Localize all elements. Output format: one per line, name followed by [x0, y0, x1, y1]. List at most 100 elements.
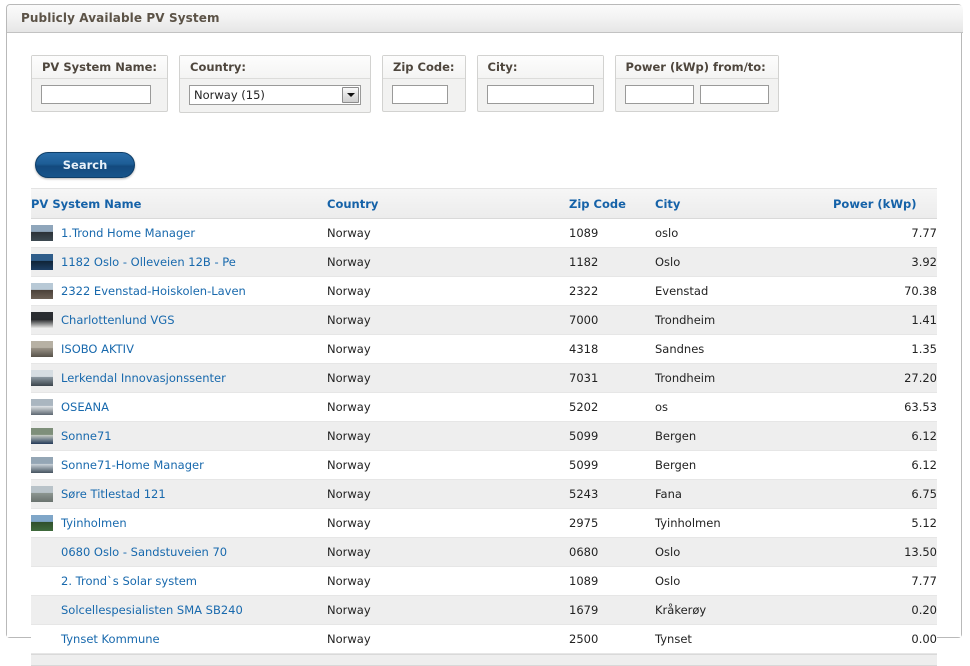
table-row[interactable]: Tynset Kommune Norway 2500 Tynset 0.00 [31, 624, 937, 654]
cell-power: 63.53 [833, 392, 937, 422]
power-from-input[interactable] [624, 85, 694, 104]
cell-zip-code: 1089 [569, 218, 655, 248]
cell-pv-system-name: Sonne71-Home Manager [31, 450, 327, 480]
cell-power: 13.50 [833, 537, 937, 567]
pv-system-name-link[interactable]: Solcellespesialisten SMA SB240 [61, 603, 243, 617]
cell-city: Sandnes [655, 334, 833, 364]
table-row[interactable]: 0680 Oslo - Sandstuveien 70 Norway 0680 Osl… [31, 537, 937, 567]
column-header-power[interactable]: Power (kWp) [833, 189, 937, 219]
cell-city: Oslo [655, 247, 833, 277]
cell-power: 6.75 [833, 479, 937, 509]
table-row[interactable]: 1182 Oslo - Olleveien 12B - Pe Norway 1182… [31, 247, 937, 277]
cell-country: Norway [327, 247, 569, 277]
cell-power: 6.12 [833, 421, 937, 451]
pv-system-thumbnail-image [31, 283, 53, 299]
cell-country: Norway [327, 624, 569, 654]
results-table-head: PV System Name Country Zip Code City Pow… [31, 189, 937, 219]
search-button[interactable]: Search [35, 152, 135, 178]
table-row[interactable]: Solcellespesialisten SMA SB240 Norway 1679… [31, 595, 937, 625]
cell-country: Norway [327, 450, 569, 480]
column-header-zip-code[interactable]: Zip Code [569, 189, 655, 219]
zip-code-input[interactable] [392, 85, 449, 104]
pv-system-name-link[interactable]: Tynset Kommune [61, 632, 160, 646]
chevron-down-icon[interactable] [342, 87, 360, 103]
cell-power: 6.12 [833, 450, 937, 480]
cell-zip-code: 1089 [569, 566, 655, 596]
pv-system-name-link[interactable]: 1182 Oslo - Olleveien 12B - Pe [61, 255, 236, 269]
cell-zip-code: 7000 [569, 305, 655, 335]
city-input[interactable] [486, 85, 594, 104]
pv-system-name-link[interactable]: Sonne71 [61, 429, 112, 443]
cell-country: Norway [327, 508, 569, 538]
panel-body: PV System Name: Country: Norway (15) Zip… [7, 33, 961, 666]
pv-system-thumbnail-image [31, 254, 53, 270]
cell-zip-code: 5202 [569, 392, 655, 422]
column-header-country: Country [327, 189, 569, 219]
table-row[interactable]: Sonne71-Home Manager Norway 5099 Bergen 6.12 [31, 450, 937, 480]
pv-system-name-link[interactable]: Sonne71-Home Manager [61, 458, 204, 472]
table-row[interactable]: ISOBO AKTIV Norway 4318 Sandnes 1.35 [31, 334, 937, 364]
cell-pv-system-name: 1.Trond Home Manager [31, 218, 327, 248]
pv-system-thumbnail-placeholder [31, 573, 53, 589]
pv-system-thumbnail-image [31, 486, 53, 502]
cell-city: Trondheim [655, 363, 833, 393]
cell-city: Oslo [655, 537, 833, 567]
table-row[interactable]: Charlottenlund VGS Norway 7000 Trondheim 1.4… [31, 305, 937, 335]
table-row[interactable]: OSEANA Norway 5202 os 63.53 [31, 392, 937, 422]
cell-city: Bergen [655, 421, 833, 451]
cell-pv-system-name: OSEANA [31, 392, 327, 422]
pv-system-name-link[interactable]: 0680 Oslo - Sandstuveien 70 [61, 545, 227, 559]
window-titlebar: Publicly Available PV System [7, 5, 963, 33]
filter-city: City: [476, 55, 604, 112]
pv-system-name-link[interactable]: Lerkendal Innovasjonssenter [61, 371, 226, 385]
cell-country: Norway [327, 305, 569, 335]
table-row[interactable]: Lerkendal Innovasjonssenter Norway 7031 Tro… [31, 363, 937, 393]
pv-system-name-link[interactable]: OSEANA [61, 400, 109, 414]
filter-zip-code: Zip Code: [382, 55, 466, 112]
cell-zip-code: 7031 [569, 363, 655, 393]
pv-system-name-link[interactable]: Charlottenlund VGS [61, 313, 175, 327]
pv-system-name-link[interactable]: 1.Trond Home Manager [61, 226, 195, 240]
cell-zip-code: 5243 [569, 479, 655, 509]
cell-city: os [655, 392, 833, 422]
power-to-input[interactable] [699, 85, 769, 104]
cell-zip-code: 1182 [569, 247, 655, 277]
filter-label-power: Power (kWp) from/to: [615, 56, 778, 79]
pv-system-thumbnail-placeholder [31, 602, 53, 618]
column-header-city[interactable]: City [655, 189, 833, 219]
cell-power: 0.20 [833, 595, 937, 625]
table-row[interactable]: Tyinholmen Norway 2975 Tyinholmen 5.12 [31, 508, 937, 538]
cell-power: 1.41 [833, 305, 937, 335]
cell-pv-system-name: 2322 Evenstad-Hoiskolen-Laven [31, 276, 327, 306]
table-row[interactable]: 2. Trond`s Solar system Norway 1089 Oslo 7.7… [31, 566, 937, 596]
pv-system-name-link[interactable]: ISOBO AKTIV [61, 342, 134, 356]
pv-system-name-link[interactable]: Søre Titlestad 121 [61, 487, 166, 501]
table-row[interactable]: 1.Trond Home Manager Norway 1089 oslo 7.77 [31, 218, 937, 248]
pv-system-name-link[interactable]: Tyinholmen [61, 516, 127, 530]
cell-country: Norway [327, 566, 569, 596]
pv-system-thumbnail-image [31, 457, 53, 473]
cell-city: Oslo [655, 566, 833, 596]
table-row[interactable]: Sonne71 Norway 5099 Bergen 6.12 [31, 421, 937, 451]
cell-city: Bergen [655, 450, 833, 480]
cell-power: 1.35 [833, 334, 937, 364]
pv-system-window: Publicly Available PV System PV System N… [6, 4, 963, 666]
pv-system-thumbnail-image [31, 341, 53, 357]
cell-city: Tynset [655, 624, 833, 654]
cell-power: 7.77 [833, 218, 937, 248]
pv-system-thumbnail-image [31, 515, 53, 531]
cell-country: Norway [327, 218, 569, 248]
cell-pv-system-name: Lerkendal Innovasjonssenter [31, 363, 327, 393]
table-footer-spacer [31, 654, 937, 665]
table-row[interactable]: 2322 Evenstad-Hoiskolen-Laven Norway 2322 E… [31, 276, 937, 306]
pv-system-name-link[interactable]: 2. Trond`s Solar system [61, 574, 197, 588]
cell-zip-code: 5099 [569, 450, 655, 480]
cell-country: Norway [327, 392, 569, 422]
pv-system-name-link[interactable]: 2322 Evenstad-Hoiskolen-Laven [61, 284, 246, 298]
pv-system-name-input[interactable] [41, 85, 151, 104]
cell-city: Kråkerøy [655, 595, 833, 625]
country-select[interactable]: Norway (15) [189, 85, 362, 105]
table-row[interactable]: Søre Titlestad 121 Norway 5243 Fana 6.75 [31, 479, 937, 509]
results-table-body: 1.Trond Home Manager Norway 1089 oslo 7.77 11… [31, 218, 937, 654]
column-header-pv-system-name[interactable]: PV System Name [31, 189, 327, 219]
